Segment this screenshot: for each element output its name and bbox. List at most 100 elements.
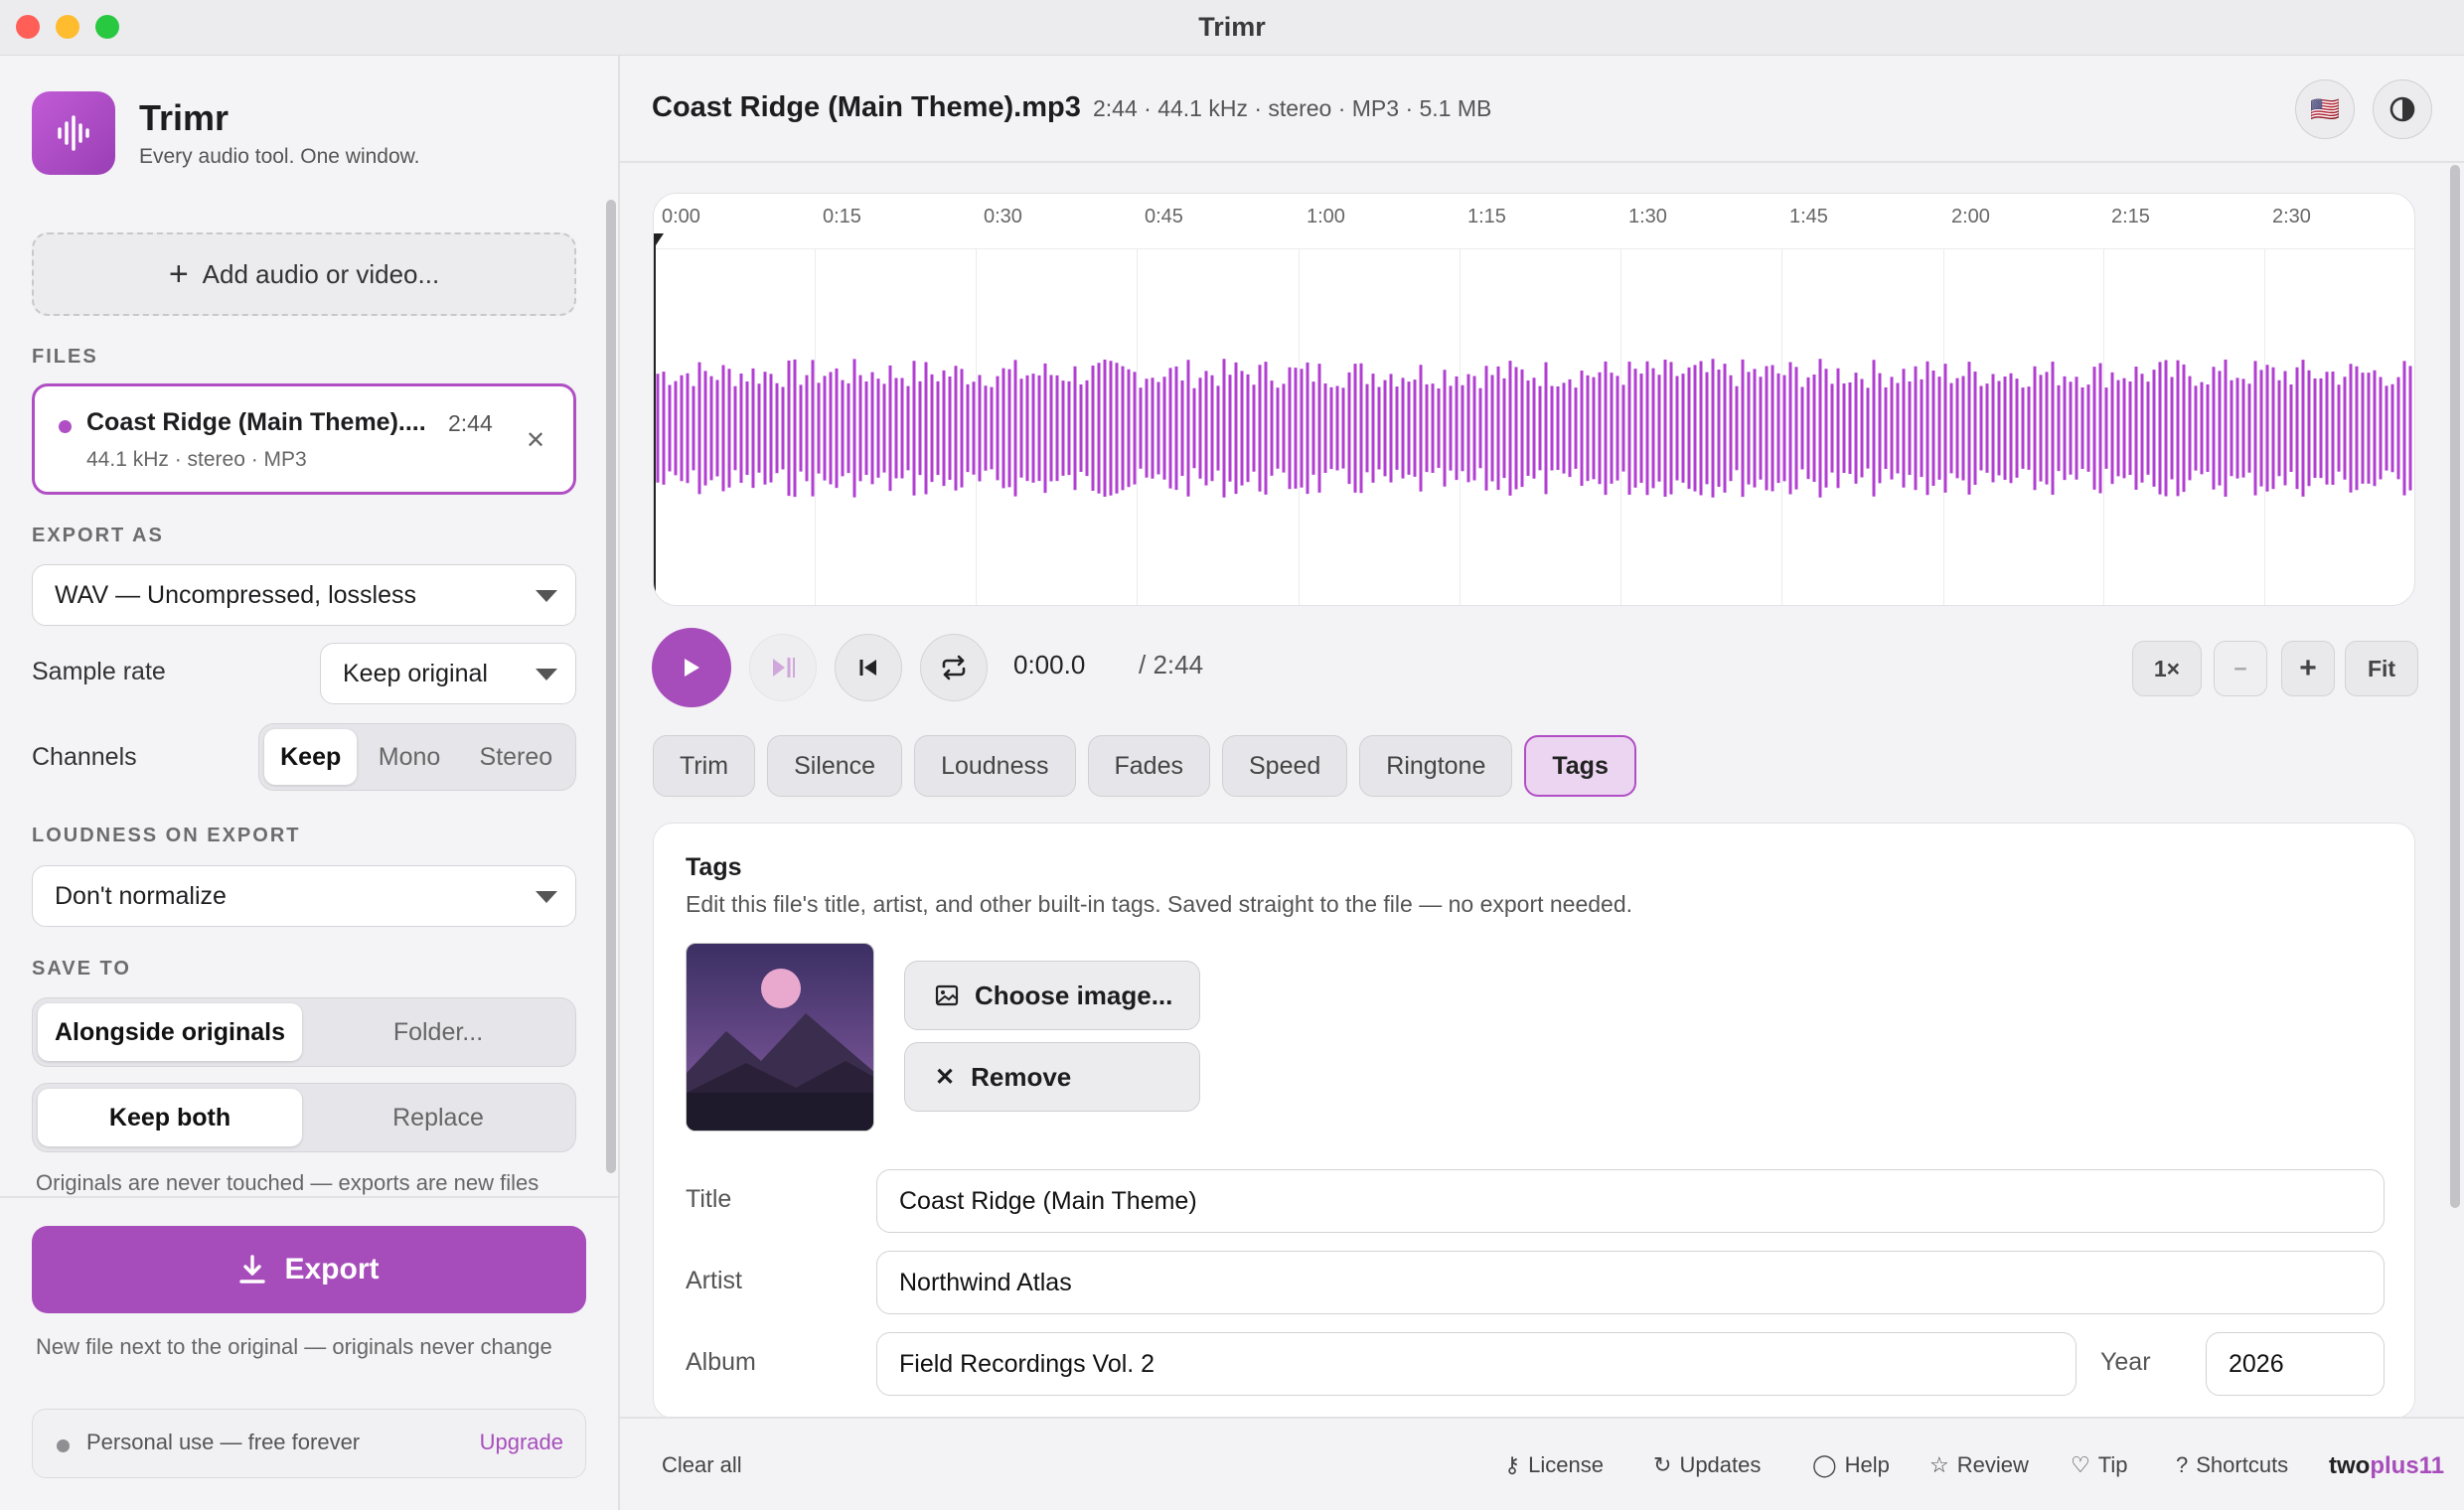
skip-to-marker-button[interactable] [749, 634, 817, 701]
remove-file-close-icon[interactable]: ✕ [526, 426, 545, 455]
clear-all-button[interactable]: Clear all [662, 1452, 742, 1478]
playback-speed-button[interactable]: 1× [2132, 641, 2202, 696]
loop-icon [942, 655, 966, 680]
choose-image-button[interactable]: Choose image... [904, 961, 1200, 1030]
tab-silence[interactable]: Silence [767, 735, 903, 797]
current-time: 0:00.0 [1013, 650, 1086, 680]
channels-label: Channels [32, 743, 137, 771]
file-status-dot [59, 420, 72, 433]
theme-toggle-button[interactable] [2373, 79, 2432, 139]
shortcuts-link[interactable]: ? Shortcuts [2176, 1452, 2288, 1478]
export-format-select[interactable]: WAV — Uncompressed, lossless [32, 564, 576, 626]
language-flag-button[interactable]: 🇺🇸 [2295, 79, 2355, 139]
download-icon [239, 1255, 266, 1284]
loudness-on-export-label: LOUDNESS ON EXPORT [32, 825, 301, 846]
waveform-view[interactable]: 0:00 0:15 0:30 0:45 1:00 1:15 1:30 1:45 … [653, 193, 2415, 606]
chevron-down-icon [536, 669, 557, 680]
sample-rate-value: Keep original [343, 659, 488, 687]
year-field-label: Year [2100, 1348, 2151, 1376]
export-label: Export [284, 1253, 380, 1285]
developer-logo-part-b: plus11 [2370, 1452, 2445, 1479]
tab-loudness[interactable]: Loudness [914, 735, 1076, 797]
heart-icon: ♡ [2071, 1452, 2090, 1477]
tab-ringtone[interactable]: Ringtone [1359, 735, 1513, 797]
save-alongside-originals-option[interactable]: Alongside originals [38, 1003, 302, 1061]
license-label: License [1528, 1452, 1604, 1477]
zoom-out-button[interactable]: − [2214, 641, 2267, 696]
skip-to-marker-icon [773, 658, 795, 678]
keep-both-option[interactable]: Keep both [38, 1089, 302, 1146]
originals-note: Originals are never touched — exports ar… [36, 1170, 539, 1195]
tab-trim[interactable]: Trim [653, 735, 756, 797]
main-scrollbar[interactable] [2450, 165, 2460, 1208]
developer-logo[interactable]: two plus11 [2329, 1452, 2444, 1480]
help-link[interactable]: ◯ Help [1812, 1452, 1890, 1478]
sidebar-divider [0, 1196, 618, 1198]
image-icon [935, 984, 959, 1006]
artist-field[interactable]: Northwind Atlas [876, 1251, 2385, 1314]
channels-mono-option[interactable]: Mono [361, 729, 457, 785]
updates-link[interactable]: ↻ Updates [1653, 1452, 1761, 1478]
zoom-fit-button[interactable]: Fit [2345, 641, 2418, 696]
file-info: 2:44 · 44.1 kHz · stereo · MP3 · 5.1 MB [1093, 95, 1492, 121]
file-list-item[interactable]: Coast Ridge (Main Theme).... 2:44 44.1 k… [32, 383, 576, 495]
tool-tabs: Trim Silence Loudness Fades Speed Ringto… [653, 735, 1636, 797]
footer-bar: Clear all ⚷ License ↻ Updates ◯ Help ☆ Revie… [620, 1417, 2464, 1510]
question-icon: ? [2176, 1452, 2189, 1477]
help-label: Help [1844, 1452, 1890, 1477]
playhead-handle[interactable] [654, 233, 664, 245]
upgrade-link[interactable]: Upgrade [480, 1430, 563, 1455]
file-header: Coast Ridge (Main Theme).mp3 2:44 · 44.1… [620, 56, 2464, 163]
zoom-in-button[interactable]: + [2281, 641, 2335, 696]
loop-button[interactable] [920, 634, 988, 701]
loudness-value: Don't normalize [55, 881, 227, 910]
replace-option[interactable]: Replace [306, 1089, 570, 1146]
file-title: Coast Ridge (Main Theme).mp3 [652, 91, 1081, 123]
year-field[interactable]: 2026 [2206, 1332, 2385, 1396]
save-folder-option[interactable]: Folder... [306, 1003, 570, 1061]
save-location-segmented-control: Alongside originals Folder... [32, 997, 576, 1067]
file-duration: 2:44 [448, 410, 493, 436]
skip-back-button[interactable] [835, 634, 902, 701]
tip-label: Tip [2097, 1452, 2128, 1477]
file-name: Coast Ridge (Main Theme).... [86, 408, 426, 436]
tab-fades[interactable]: Fades [1087, 735, 1210, 797]
artist-field-label: Artist [686, 1267, 742, 1294]
files-section-label: FILES [32, 346, 98, 368]
sample-rate-select[interactable]: Keep original [320, 643, 576, 704]
channels-stereo-option[interactable]: Stereo [462, 729, 570, 785]
add-audio-label: Add audio or video... [202, 258, 440, 289]
channels-segmented-control: Keep Mono Stereo [258, 723, 576, 791]
tags-panel-title: Tags [686, 853, 742, 881]
license-plan-card: Personal use — free forever Upgrade [32, 1409, 586, 1478]
play-button[interactable] [652, 628, 731, 707]
shortcuts-label: Shortcuts [2196, 1452, 2289, 1477]
export-as-label: EXPORT AS [32, 525, 164, 546]
tab-speed[interactable]: Speed [1221, 735, 1348, 797]
tab-tags[interactable]: Tags [1524, 735, 1636, 797]
chevron-down-icon [536, 590, 557, 602]
refresh-icon: ↻ [1653, 1452, 1672, 1477]
review-link[interactable]: ☆ Review [1929, 1452, 2029, 1478]
waveform [656, 359, 2412, 498]
developer-logo-part-a: two [2329, 1452, 2371, 1479]
add-audio-button[interactable]: + Add audio or video... [32, 232, 576, 316]
license-link[interactable]: ⚷ License [1504, 1452, 1604, 1478]
file-meta: 44.1 kHz · stereo · MP3 [86, 448, 307, 471]
close-icon: ✕ [935, 1063, 956, 1091]
export-button[interactable]: Export [32, 1226, 586, 1313]
playhead[interactable] [654, 237, 656, 605]
cover-art-image[interactable] [686, 943, 874, 1132]
sidebar-scrollbar[interactable] [606, 200, 616, 1173]
channels-keep-option[interactable]: Keep [264, 729, 358, 785]
title-field[interactable]: Coast Ridge (Main Theme) [876, 1169, 2385, 1233]
loudness-select[interactable]: Don't normalize [32, 865, 576, 927]
remove-image-button[interactable]: ✕ Remove [904, 1042, 1200, 1112]
tip-link[interactable]: ♡ Tip [2071, 1452, 2127, 1478]
app-name: Trimr [139, 97, 230, 138]
choose-image-label: Choose image... [975, 980, 1173, 1010]
app-logo-icon [32, 91, 115, 175]
sidebar: Trimr Every audio tool. One window. + Ad… [0, 56, 620, 1510]
title-field-label: Title [686, 1185, 732, 1213]
album-field[interactable]: Field Recordings Vol. 2 [876, 1332, 2077, 1396]
